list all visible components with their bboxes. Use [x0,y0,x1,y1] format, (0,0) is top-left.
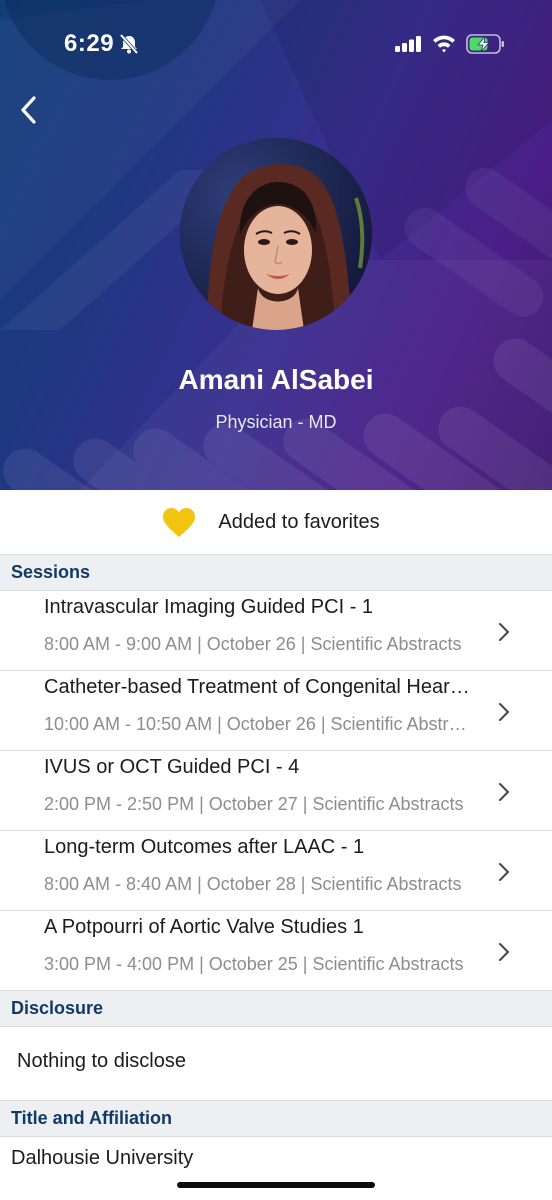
profile-name: Amani AlSabei [178,364,374,395]
session-meta: 3:00 PM - 4:00 PM | October 25 | Scienti… [44,954,464,974]
session-meta: 8:00 AM - 8:40 AM | October 28 | Scienti… [44,874,462,894]
heart-icon [163,507,196,537]
chevron-right-icon [499,623,509,641]
chevron-right-icon [499,703,509,721]
battery-charging-icon [466,34,504,54]
session-item[interactable]: A Potpourri of Aortic Valve Studies 1 3:… [0,911,552,991]
affiliation-text: Dalhousie University [11,1147,194,1169]
session-meta: 2:00 PM - 2:50 PM | October 27 | Scienti… [44,794,464,814]
affiliation-header: Title and Affiliation [0,1100,552,1137]
home-indicator[interactable] [177,1182,375,1188]
cellular-signal-icon [395,36,421,52]
session-title: IVUS or OCT Guided PCI - 4 [44,756,300,778]
sessions-header: Sessions [0,554,552,591]
session-title: Long-term Outcomes after LAAC - 1 [44,836,365,858]
session-meta: 10:00 AM - 10:50 AM | October 26 | Scien… [44,714,472,734]
profile-photo [180,138,372,330]
favorite-toggle[interactable]: Added to favorites [0,491,552,554]
session-item[interactable]: Long-term Outcomes after LAAC - 1 8:00 A… [0,831,552,911]
session-item[interactable]: IVUS or OCT Guided PCI - 4 2:00 PM - 2:5… [0,751,552,831]
bell-slash-icon [119,33,139,55]
disclosure-header: Disclosure [0,990,552,1027]
profile-hero: 6:29 Amani AlSabei Physician - MD [0,0,552,490]
back-button[interactable] [8,90,48,130]
chevron-right-icon [499,783,509,801]
chevron-right-icon [499,863,509,881]
status-bar: 6:29 [0,0,552,90]
chevron-right-icon [499,943,509,961]
session-item[interactable]: Catheter-based Treatment of Congenital H… [0,671,552,751]
session-title: Catheter-based Treatment of Congenital H… [44,676,474,698]
session-title: A Potpourri of Aortic Valve Studies 1 [44,916,364,938]
favorite-label: Added to favorites [218,511,380,533]
wifi-icon [433,35,455,53]
session-meta: 8:00 AM - 9:00 AM | October 26 | Scienti… [44,634,462,654]
chevron-left-icon [21,96,36,124]
disclosure-text: Nothing to disclose [17,1050,186,1072]
profile-role: Physician - MD [215,412,337,432]
status-time: 6:29 [64,30,115,57]
session-item[interactable]: Intravascular Imaging Guided PCI - 1 8:0… [0,591,552,671]
sessions-list: Intravascular Imaging Guided PCI - 1 8:0… [0,591,552,991]
avatar [180,138,372,330]
session-title: Intravascular Imaging Guided PCI - 1 [44,596,374,618]
